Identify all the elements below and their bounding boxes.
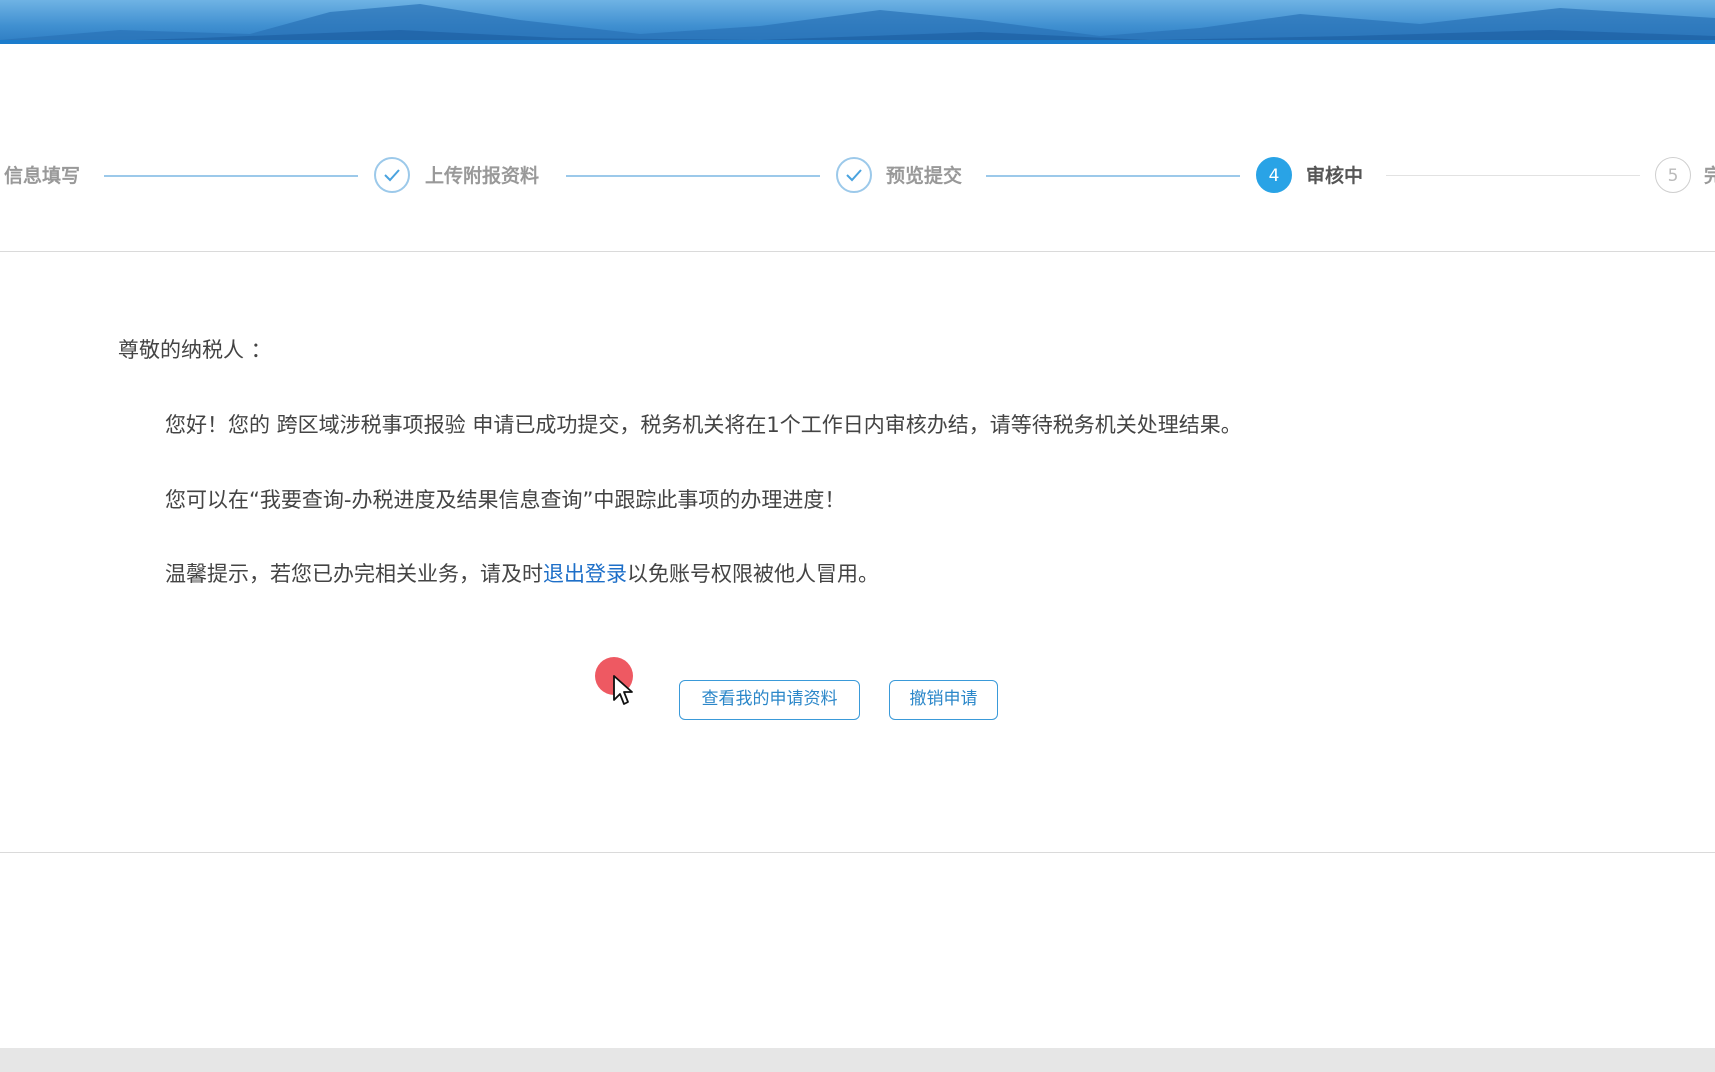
step-label-info: 信息填写: [4, 165, 81, 187]
step-connector: [1386, 175, 1640, 176]
mouse-cursor-icon: [613, 675, 633, 705]
cancel-application-button[interactable]: 撤销申请: [889, 680, 998, 720]
step-label-complete: 完: [1704, 165, 1715, 187]
logout-link[interactable]: 退出登录: [543, 562, 627, 586]
logout-tip-prefix: 温馨提示，若您已办完相关业务，请及时: [165, 562, 543, 586]
step-done-check-icon: [836, 157, 872, 193]
step-number-badge: 5: [1655, 157, 1691, 193]
mountain-banner-image: [0, 4, 1715, 44]
divider: [0, 852, 1715, 853]
salutation: 尊敬的纳税人 ：: [118, 338, 272, 362]
step-connector: [986, 175, 1240, 177]
step-connector: [566, 175, 820, 177]
step-connector: [104, 175, 358, 177]
view-application-button[interactable]: 查看我的申请资料: [679, 680, 860, 720]
step-label-reviewing: 审核中: [1306, 165, 1364, 187]
step-number-badge: 4: [1256, 157, 1292, 193]
logout-tip: 温馨提示，若您已办完相关业务，请及时退出登录以免账号权限被他人冒用。: [165, 559, 879, 589]
query-hint-text: 您可以在“我要查询-办税进度及结果信息查询”中跟踪此事项的办理进度！: [165, 488, 846, 512]
header-banner: [0, 0, 1715, 44]
submit-success-text: 您好！您的 跨区域涉税事项报验 申请已成功提交，税务机关将在1个工作日内审核办结…: [165, 413, 1242, 437]
footer-bar: [0, 1048, 1715, 1072]
logout-tip-suffix: 以免账号权限被他人冒用。: [627, 562, 879, 586]
step-done-check-icon: [374, 157, 410, 193]
divider: [0, 251, 1715, 252]
step-label-preview: 预览提交: [886, 165, 963, 187]
step-label-upload: 上传附报资料: [425, 165, 540, 187]
